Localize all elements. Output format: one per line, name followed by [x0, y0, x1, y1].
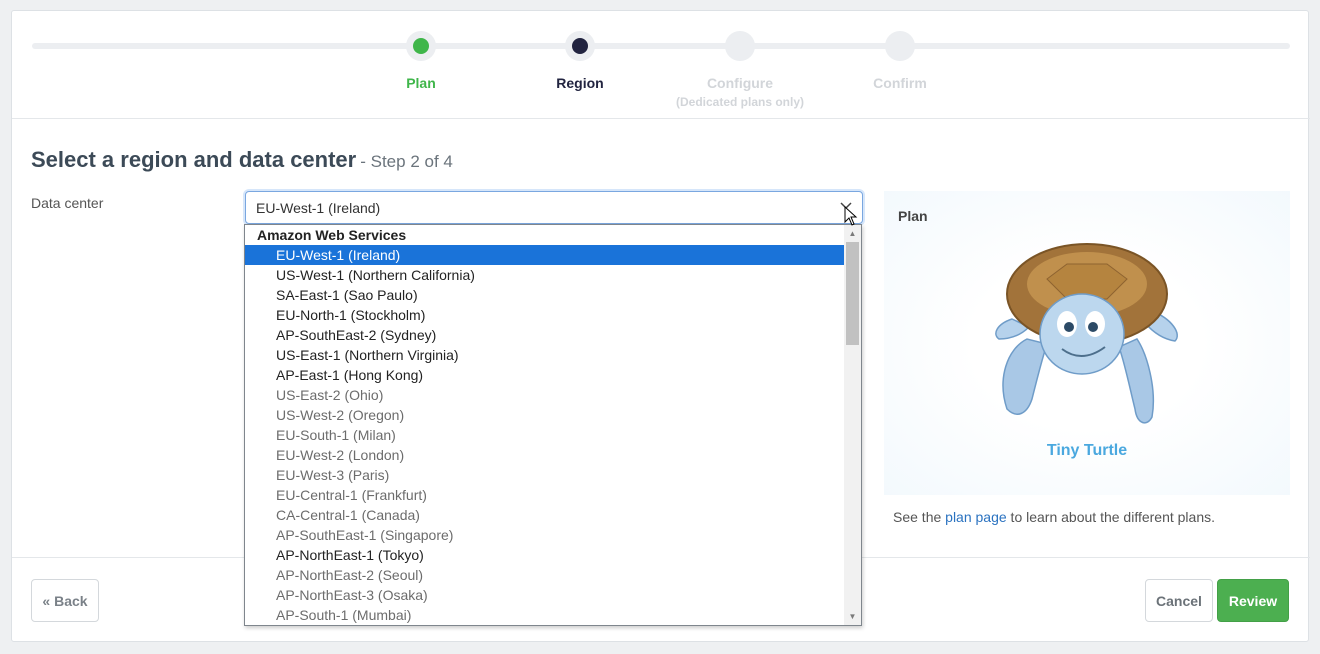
step-configure-sublabel: (Dedicated plans only) — [675, 95, 805, 109]
dropdown-option[interactable]: SA-East-1 (Sao Paulo) — [245, 285, 845, 305]
dropdown-option[interactable]: US-East-2 (Ohio) — [245, 385, 845, 405]
step-configure-dot — [725, 31, 755, 61]
step-confirm-label: Confirm — [873, 75, 927, 91]
dropdown-options: Amazon Web Services EU-West-1 (Ireland) U… — [245, 225, 845, 625]
data-center-label: Data center — [31, 195, 104, 211]
step-confirm-dot — [885, 31, 915, 61]
turtle-illustration — [995, 243, 1178, 424]
plan-panel: Plan Tiny Turtle — [884, 191, 1290, 495]
dropdown-option[interactable]: EU-North-1 (Stockholm) — [245, 305, 845, 325]
dropdown-option[interactable]: AP-NorthEast-1 (Tokyo) — [245, 545, 845, 565]
dropdown-option[interactable]: AP-East-1 (Hong Kong) — [245, 365, 845, 385]
dropdown-option[interactable]: EU-Central-1 (Frankfurt) — [245, 485, 845, 505]
option-group-aws: Amazon Web Services — [257, 227, 407, 243]
mouse-cursor-icon — [844, 206, 858, 226]
plan-note: See the plan page to learn about the dif… — [893, 509, 1215, 525]
scrollbar-thumb[interactable] — [846, 242, 859, 345]
dropdown-option[interactable]: EU-West-3 (Paris) — [245, 465, 845, 485]
back-button[interactable]: « Back — [31, 579, 99, 622]
step-region-label: Region — [556, 75, 604, 91]
step-plan-label: Plan — [406, 75, 436, 91]
step-region-dot — [565, 31, 595, 61]
plan-note-suffix: to learn about the different plans. — [1006, 509, 1216, 525]
scroll-down-icon[interactable]: ▼ — [844, 608, 861, 625]
dropdown-option[interactable]: AP-South-1 (Mumbai) — [245, 605, 845, 625]
page-title-text: Select a region and data center — [31, 147, 357, 172]
dropdown-scrollbar[interactable]: ▲ ▼ — [844, 225, 861, 625]
dropdown-option[interactable]: US-West-1 (Northern California) — [245, 265, 845, 285]
dropdown-option[interactable]: CA-Central-1 (Canada) — [245, 505, 845, 525]
step-indicator: - Step 2 of 4 — [360, 152, 453, 171]
plan-note-prefix: See the — [893, 509, 946, 525]
dropdown-option[interactable]: US-East-1 (Northern Virginia) — [245, 345, 845, 365]
review-button[interactable]: Review — [1217, 579, 1289, 622]
dropdown-option[interactable]: EU-West-2 (London) — [245, 445, 845, 465]
plan-heading: Plan — [898, 208, 928, 224]
step-configure: Configure (Dedicated plans only) — [660, 31, 820, 109]
dropdown-option[interactable]: AP-SouthEast-1 (Singapore) — [245, 525, 845, 545]
data-center-select[interactable]: EU-West-1 (Ireland) — [245, 191, 863, 224]
step-region: Region — [500, 31, 660, 91]
step-plan-dot — [406, 31, 436, 61]
dropdown-option[interactable]: EU-South-1 (Milan) — [245, 425, 845, 445]
cancel-button[interactable]: Cancel — [1145, 579, 1213, 622]
dropdown-option[interactable]: AP-NorthEast-2 (Seoul) — [245, 565, 845, 585]
dropdown-option[interactable]: AP-SouthEast-2 (Sydney) — [245, 325, 845, 345]
dropdown-option[interactable]: AP-NorthEast-3 (Osaka) — [245, 585, 845, 605]
stepper: Plan Region Configure (Dedicated plans o… — [12, 11, 1310, 119]
data-center-dropdown-list[interactable]: Amazon Web Services EU-West-1 (Ireland) U… — [244, 224, 862, 626]
data-center-select-value: EU-West-1 (Ireland) — [256, 200, 381, 216]
step-configure-label: Configure — [706, 75, 774, 91]
page-title: Select a region and data center - Step 2 … — [31, 147, 453, 173]
plan-page-link[interactable]: plan page — [945, 509, 1007, 525]
step-confirm: Confirm — [820, 31, 980, 91]
plan-name: Tiny Turtle — [1046, 442, 1128, 459]
scroll-up-icon[interactable]: ▲ — [844, 225, 861, 242]
dropdown-option[interactable]: EU-West-1 (Ireland) — [245, 245, 845, 265]
step-plan[interactable]: Plan — [341, 31, 501, 91]
dropdown-option[interactable]: US-West-2 (Oregon) — [245, 405, 845, 425]
